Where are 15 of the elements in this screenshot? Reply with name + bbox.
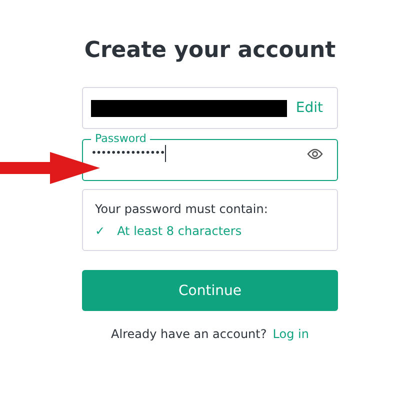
edit-link[interactable]: Edit (296, 100, 323, 116)
text-caret (165, 145, 166, 162)
field-label: Password (94, 133, 148, 145)
arrow-icon (0, 152, 100, 184)
check-mark: ✓ (95, 224, 106, 238)
password-value: ••••••••••••••• (91, 148, 164, 159)
eye-icon[interactable] (307, 148, 323, 160)
email-field[interactable]: Edit (82, 87, 338, 129)
requirement-text: At least 8 characters (117, 224, 242, 238)
login-prompt: Already have an account? (111, 327, 267, 341)
continue-button[interactable]: Continue (82, 270, 338, 311)
password-field[interactable]: Password ••••••••••••••• (82, 133, 338, 181)
login-link[interactable]: Log in (272, 327, 309, 341)
page-title: Create your account (84, 38, 336, 63)
requirements-heading: Your password must contain: (95, 202, 269, 216)
